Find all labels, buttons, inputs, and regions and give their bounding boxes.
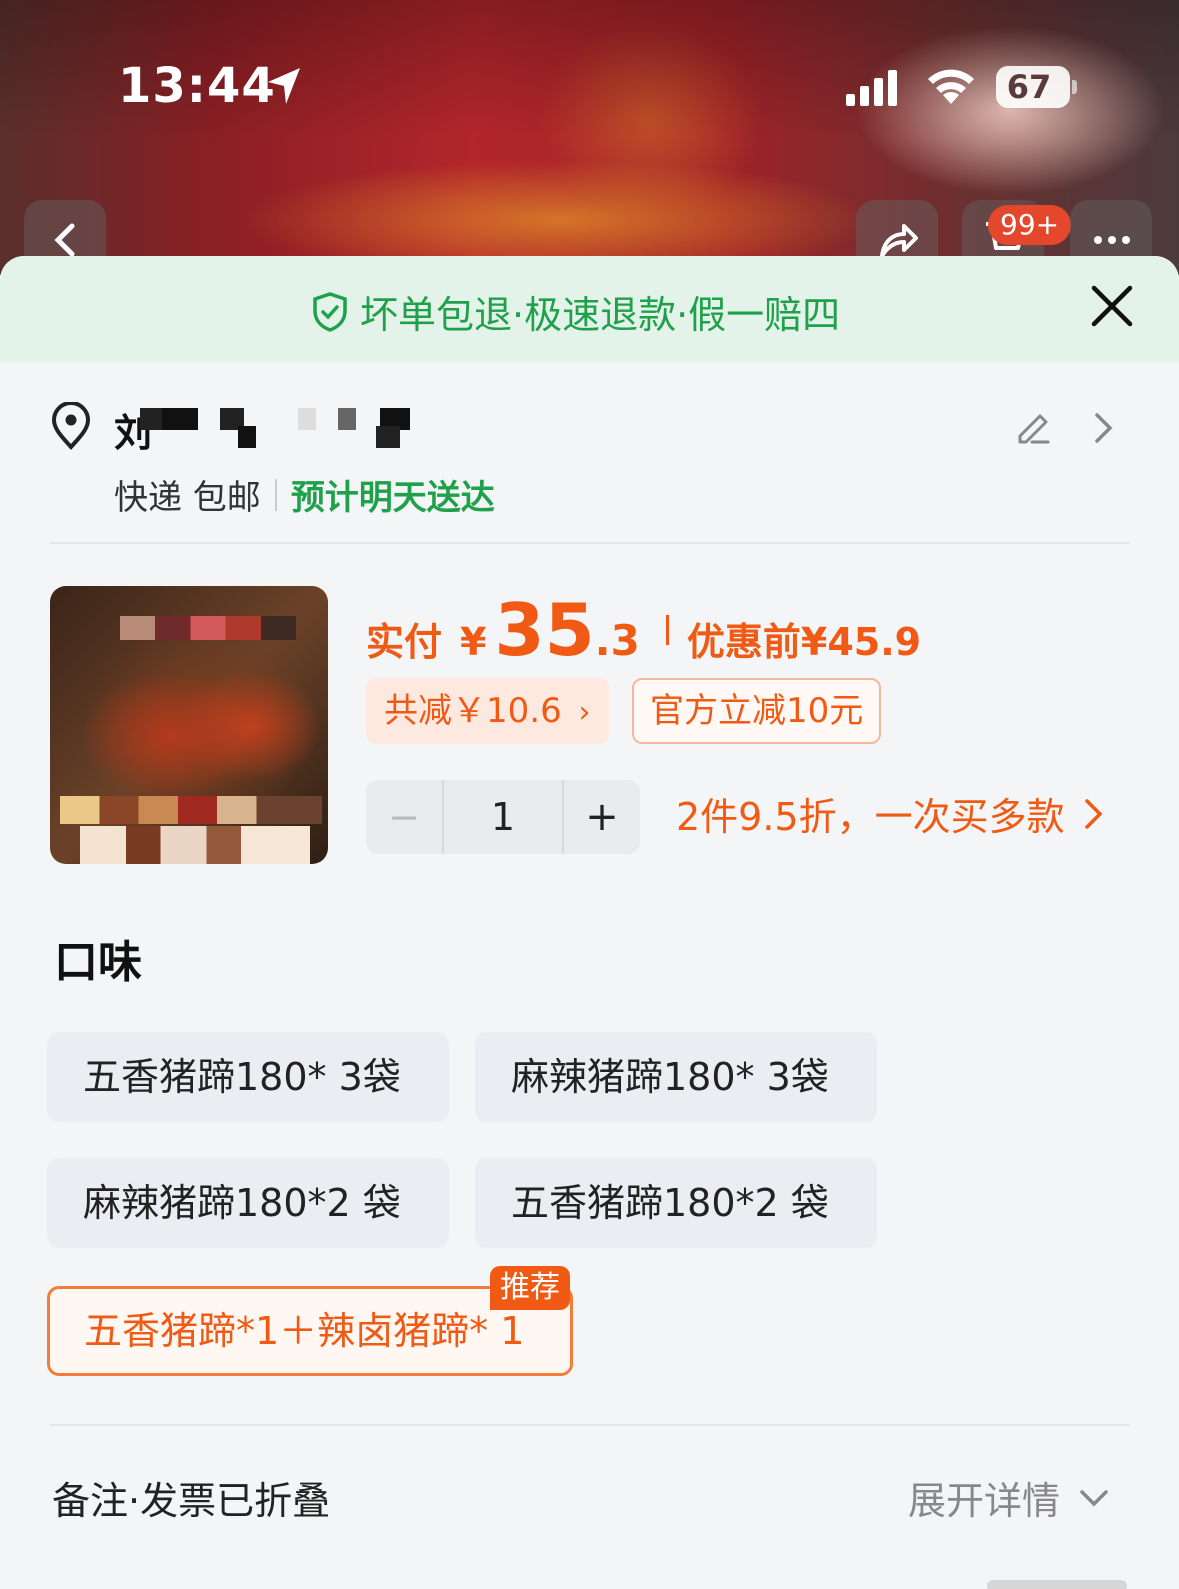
chevron-right-icon[interactable] [1092, 410, 1116, 446]
divider [50, 542, 1130, 544]
wifi-icon [928, 69, 974, 104]
total-discount-chip[interactable]: 共减￥10.6 › [366, 678, 609, 744]
status-time: 13:44 [118, 58, 276, 114]
battery-level: 67 [1006, 68, 1052, 106]
decrease-button[interactable]: − [366, 780, 442, 854]
price-line: 实付 ¥ 35 .3 优惠前 ¥45.9 [366, 588, 921, 672]
guarantee-bar: 坏单包退·极速退款·假一赔四 [0, 256, 1179, 362]
chevron-right-icon [1084, 798, 1103, 829]
original-price-label: 优惠前 [686, 620, 801, 664]
expand-details-button[interactable]: 展开详情 [908, 1470, 1110, 1525]
location-pin-icon [51, 402, 91, 450]
flavor-option[interactable]: 麻辣猪蹄180* 3袋 [475, 1032, 877, 1122]
delivery-eta: 预计明天送达 [290, 478, 495, 518]
divider [50, 1424, 1130, 1426]
flavor-option[interactable]: 麻辣猪蹄180*2 袋 [47, 1158, 449, 1248]
shield-check-icon [313, 291, 347, 332]
official-discount-tag: 官方立减10元 [632, 678, 882, 744]
product-thumbnail[interactable] [50, 586, 328, 864]
expand-details-label: 展开详情 [908, 1479, 1061, 1523]
flavor-section-title: 口味 [54, 937, 142, 988]
flavor-option[interactable]: 五香猪蹄180* 3袋 [47, 1032, 449, 1122]
close-icon[interactable] [1084, 278, 1140, 334]
chevron-right-icon: › [578, 695, 591, 730]
original-price: ¥45.9 [800, 620, 922, 664]
cart-count-badge: 99+ [988, 205, 1072, 245]
recommended-badge: 推荐 [490, 1266, 570, 1310]
multi-buy-deal[interactable]: 2件9.5折，一次买多款 [676, 786, 1105, 841]
multi-buy-text: 2件9.5折，一次买多款 [676, 795, 1065, 839]
location-arrow-icon [268, 68, 300, 104]
shipping-method: 快递 包邮 [114, 478, 261, 518]
quantity-value[interactable]: 1 [442, 780, 564, 854]
chevron-down-icon [1080, 1489, 1108, 1506]
cellular-signal-icon [846, 70, 897, 106]
notes-invoice-collapsed: 备注·发票已折叠 [52, 1479, 331, 1523]
home-indicator [987, 1580, 1127, 1589]
price-decimal: .3 [594, 616, 640, 665]
flavor-option[interactable]: 五香猪蹄180*2 袋 [475, 1158, 877, 1248]
guarantee-text: 坏单包退·极速退款·假一赔四 [360, 293, 841, 337]
status-bar: 13:44 67 [0, 0, 1179, 180]
currency-symbol: ¥ [460, 620, 487, 664]
order-sheet: 坏单包退·极速退款·假一赔四 刘 快递 包邮 预计明天送达 实付 ¥ 35 .3… [0, 256, 1179, 1589]
price-integer: 35 [494, 588, 595, 672]
redacted-address [140, 406, 440, 448]
total-discount-text: 共减￥10.6 [384, 691, 562, 731]
increase-button[interactable]: + [564, 780, 640, 854]
edit-icon[interactable] [1012, 406, 1052, 446]
actual-pay-label: 实付 [366, 620, 443, 664]
quantity-stepper: − 1 + [366, 780, 640, 854]
battery-indicator: 67 [996, 66, 1078, 110]
